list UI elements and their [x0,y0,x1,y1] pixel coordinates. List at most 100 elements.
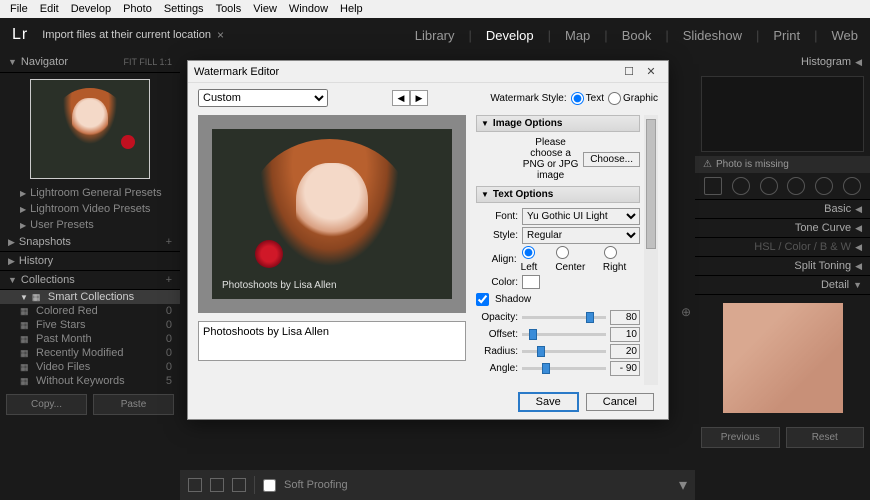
menu-tools[interactable]: Tools [210,3,248,15]
compare-icon[interactable] [232,478,246,492]
left-panel: ▼ Navigator FIT FILL 1:1 ▶Lightroom Gene… [0,52,180,500]
reset-button[interactable]: Reset [786,427,865,448]
detail-preview[interactable] [723,303,843,413]
gradient-tool-icon[interactable] [787,177,805,195]
image-options-header[interactable]: ▼Image Options [476,115,640,132]
choose-image-button[interactable]: Choose... [583,152,640,167]
menu-view[interactable]: View [247,3,283,15]
menu-develop[interactable]: Develop [65,3,117,15]
radius-value[interactable]: 20 [610,344,640,359]
offset-value[interactable]: 10 [610,327,640,342]
cancel-button[interactable]: Cancel [586,393,654,411]
detail-target-icon[interactable]: ⊕ [681,305,691,319]
dialog-titlebar[interactable]: Watermark Editor ☐ ✕ [188,61,668,83]
preset-folder[interactable]: ▶Lightroom Video Presets [20,201,180,217]
menu-edit[interactable]: Edit [34,3,65,15]
close-icon[interactable]: ✕ [640,65,662,78]
dialog-title: Watermark Editor [194,66,618,78]
preset-folder[interactable]: ▶Lightroom General Presets [20,185,180,201]
module-slideshow[interactable]: Slideshow [683,28,742,43]
watermark-style-text-radio[interactable] [571,92,584,105]
collection-item[interactable]: ▦Video Files0 [0,360,180,374]
module-library[interactable]: Library [415,28,455,43]
plus-icon[interactable]: + [166,274,172,286]
before-after-icon[interactable] [210,478,224,492]
previous-button[interactable]: Previous [701,427,780,448]
histogram-header[interactable]: Histogram◀ [695,52,870,72]
font-select[interactable]: Yu Gothic UI Light [522,208,640,225]
redeye-tool-icon[interactable] [760,177,778,195]
chevron-down-icon[interactable]: ▾ [679,475,687,495]
watermark-preview-image: Photoshoots by Lisa Allen [212,129,452,299]
options-scrollbar[interactable] [644,115,658,385]
spot-tool-icon[interactable] [732,177,750,195]
font-style-select[interactable]: Regular [522,227,640,244]
right-panel: Histogram◀ ⚠ Photo is missing Basic◀ Ton… [695,52,870,500]
plus-icon[interactable]: + [166,236,172,248]
soft-proofing-label: Soft Proofing [284,479,348,491]
module-book[interactable]: Book [622,28,652,43]
menu-window[interactable]: Window [283,3,334,15]
collection-item[interactable]: ▦Without Keywords5 [0,374,180,388]
text-options-header[interactable]: ▼Text Options [476,186,640,203]
panel-hsl[interactable]: HSL / Color / B & W◀ [695,238,870,257]
collections-header[interactable]: ▼ Collections + [0,271,180,290]
menu-file[interactable]: File [4,3,34,15]
collection-icon: ▦ [20,348,32,359]
align-left-radio[interactable] [522,246,535,259]
watermark-preview-frame: Photoshoots by Lisa Allen [198,115,466,313]
menu-settings[interactable]: Settings [158,3,210,15]
loupe-view-icon[interactable] [188,478,202,492]
navigator-thumbnail[interactable] [30,79,150,179]
navigator-header[interactable]: ▼ Navigator FIT FILL 1:1 [0,52,180,73]
import-message-close-icon[interactable]: × [217,28,224,42]
opacity-slider[interactable] [522,316,606,319]
panel-tonecurve[interactable]: Tone Curve◀ [695,219,870,238]
navigator-zoom-opts[interactable]: FIT FILL 1:1 [123,57,172,67]
align-right-radio[interactable] [604,246,617,259]
module-map[interactable]: Map [565,28,590,43]
watermark-style-graphic-radio[interactable] [608,92,621,105]
collection-item[interactable]: ▦Recently Modified0 [0,346,180,360]
watermark-editor-dialog: Watermark Editor ☐ ✕ Custom ◀ ▶ Watermar… [187,60,669,420]
save-button[interactable]: Save [519,393,578,411]
panel-splittoning[interactable]: Split Toning◀ [695,257,870,276]
opacity-value[interactable]: 80 [610,310,640,325]
soft-proofing-checkbox[interactable] [263,479,276,492]
module-web[interactable]: Web [832,28,859,43]
paste-button[interactable]: Paste [93,394,174,415]
brush-tool-icon[interactable] [843,177,861,195]
preset-folder[interactable]: ▶User Presets [20,217,180,233]
menu-photo[interactable]: Photo [117,3,158,15]
angle-value[interactable]: - 90 [610,361,640,376]
watermark-preview-text: Photoshoots by Lisa Allen [222,280,337,291]
history-header[interactable]: ▶ History [0,252,180,271]
module-develop[interactable]: Develop [486,28,534,43]
next-image-button[interactable]: ▶ [410,90,428,106]
module-print[interactable]: Print [773,28,800,43]
watermark-preset-select[interactable]: Custom [198,89,328,107]
menu-bar: File Edit Develop Photo Settings Tools V… [0,0,870,18]
menu-help[interactable]: Help [334,3,369,15]
collection-smart[interactable]: ▼ ▦ Smart Collections [0,290,180,304]
snapshots-header[interactable]: ▶ Snapshots + [0,233,180,252]
collection-item[interactable]: ▦Five Stars0 [0,318,180,332]
watermark-text-input[interactable] [198,321,466,361]
copy-button[interactable]: Copy... [6,394,87,415]
import-message: Import files at their current location [42,29,211,41]
offset-slider[interactable] [522,333,606,336]
radius-slider[interactable] [522,350,606,353]
warning-icon: ⚠ [703,159,712,170]
collection-item[interactable]: ▦Colored Red0 [0,304,180,318]
radial-tool-icon[interactable] [815,177,833,195]
crop-tool-icon[interactable] [704,177,722,195]
panel-detail[interactable]: Detail▼ [695,276,870,295]
color-swatch[interactable] [522,275,540,289]
prev-image-button[interactable]: ◀ [392,90,410,106]
collection-item[interactable]: ▦Past Month0 [0,332,180,346]
maximize-icon[interactable]: ☐ [618,65,640,78]
shadow-checkbox[interactable] [476,293,489,306]
angle-slider[interactable] [522,367,606,370]
panel-basic[interactable]: Basic◀ [695,200,870,219]
align-center-radio[interactable] [556,246,569,259]
